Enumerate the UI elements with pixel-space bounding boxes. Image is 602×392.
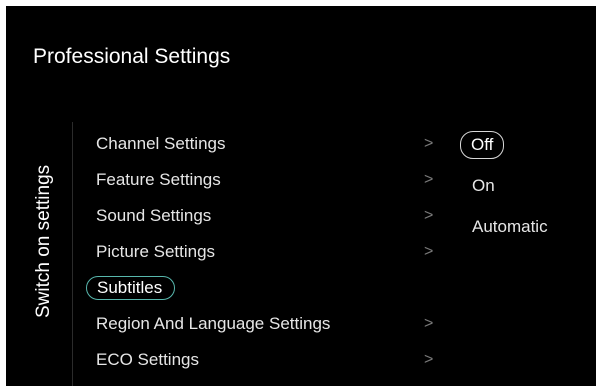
menu-item-picture-settings[interactable]: Picture Settings > bbox=[82, 234, 452, 270]
option-label: On bbox=[472, 176, 495, 195]
menu-item-label: Feature Settings bbox=[96, 170, 221, 189]
menu-item-label: ECO Settings bbox=[96, 350, 199, 369]
menu-item-label: Sound Settings bbox=[96, 206, 212, 225]
page-title: Professional Settings bbox=[33, 45, 231, 68]
chevron-right-icon: > bbox=[424, 171, 434, 188]
menu-item-sound-settings[interactable]: Sound Settings > bbox=[82, 198, 452, 234]
section-divider bbox=[72, 122, 73, 386]
chevron-right-icon: > bbox=[424, 315, 434, 332]
chevron-right-icon: > bbox=[424, 135, 434, 152]
settings-screen: Professional Settings Switch on settings… bbox=[6, 6, 596, 386]
menu-item-label: Region And Language Settings bbox=[96, 314, 331, 333]
menu-item-label: Picture Settings bbox=[96, 242, 216, 261]
option-off[interactable]: Off bbox=[454, 130, 505, 160]
menu-item-label: Channel Settings bbox=[96, 134, 226, 153]
option-automatic[interactable]: Automatic bbox=[454, 212, 548, 242]
menu-item-region-language-settings[interactable]: Region And Language Settings > bbox=[82, 306, 452, 342]
option-on[interactable]: On bbox=[454, 171, 495, 201]
menu-item-feature-settings[interactable]: Feature Settings > bbox=[82, 162, 452, 198]
chevron-right-icon: > bbox=[424, 351, 434, 368]
chevron-right-icon: > bbox=[424, 243, 434, 260]
section-label: Switch on settings bbox=[33, 164, 54, 318]
menu-item-eco-settings[interactable]: ECO Settings > bbox=[82, 342, 452, 378]
menu-item-subtitles[interactable]: Subtitles bbox=[82, 270, 452, 306]
option-label: Off bbox=[460, 131, 505, 159]
chevron-right-icon: > bbox=[424, 207, 434, 224]
option-label: Automatic bbox=[472, 217, 548, 236]
menu-item-channel-settings[interactable]: Channel Settings > bbox=[82, 126, 452, 162]
menu-item-label: Subtitles bbox=[86, 276, 176, 300]
